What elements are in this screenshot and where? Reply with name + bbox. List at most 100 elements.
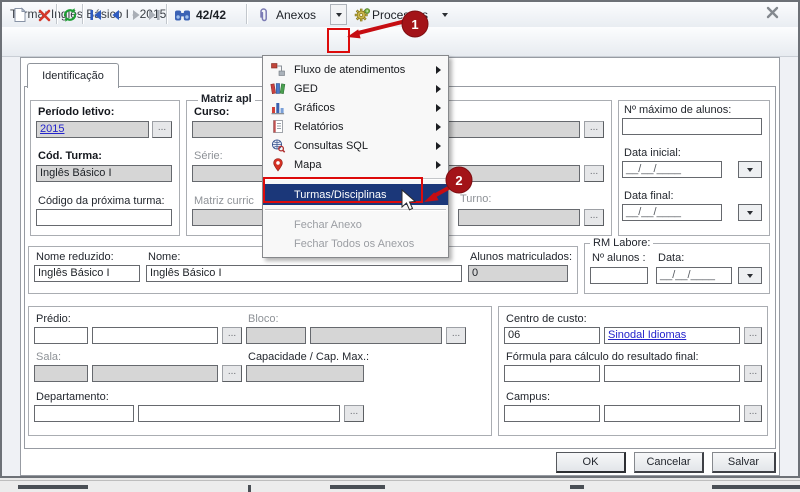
delete-x-icon [37, 8, 52, 23]
salvar-button[interactable]: Salvar [712, 452, 776, 473]
toolbar-separator [56, 4, 57, 24]
n-maximo-alunos-field[interactable] [622, 118, 762, 135]
ok-button[interactable]: OK [556, 452, 626, 473]
next-record-button[interactable] [126, 5, 146, 25]
predio-lookup-button[interactable]: ... [222, 327, 242, 344]
departamento-lookup-button[interactable]: ... [344, 405, 364, 422]
centro-custo-link[interactable]: Sinodal Idiomas [608, 329, 686, 341]
bloco-label: Bloco: [248, 313, 279, 325]
centro-custo-nome-field[interactable]: Sinodal Idiomas [604, 327, 740, 344]
data-inicial-field[interactable]: __/__/____ [622, 161, 722, 178]
sala-lookup-button[interactable]: ... [222, 365, 242, 382]
menu-item-relatorios[interactable]: Relatórios [263, 117, 448, 136]
data-inicial-calendar-button[interactable] [738, 161, 762, 178]
rm-labore-n-alunos-field[interactable] [590, 267, 648, 284]
last-record-button[interactable] [144, 5, 164, 25]
background-text-fragment [712, 485, 800, 489]
turno-label: Turno: [460, 193, 491, 205]
formula-codigo-field[interactable] [504, 365, 600, 382]
chevron-down-icon [747, 211, 753, 215]
cod-turma-label: Cód. Turma: [38, 150, 102, 162]
first-record-button[interactable] [86, 5, 106, 25]
rm-labore-data-field[interactable]: __/__/____ [656, 267, 732, 284]
data-final-calendar-button[interactable] [738, 204, 762, 221]
departamento-nome-field[interactable] [138, 405, 340, 422]
menu-separator [265, 178, 446, 180]
bloco-codigo-field [246, 327, 306, 344]
menu-item-label: Mapa [294, 159, 322, 171]
rm-labore-title: RM Labore: [590, 237, 653, 249]
rm-labore-data-calendar-button[interactable] [738, 267, 762, 284]
matriz-curricular-label: Matriz curric [194, 195, 254, 207]
periodo-letivo-lookup-button[interactable]: ... [152, 121, 172, 138]
serie-lookup-button[interactable]: ... [584, 165, 604, 182]
turno-lookup-button[interactable]: ... [584, 209, 604, 226]
formula-lookup-button[interactable]: ... [744, 365, 762, 382]
toolbar-separator [82, 4, 83, 24]
anexos-dropdown-button[interactable] [330, 4, 347, 25]
toolbar-separator [166, 4, 167, 24]
mapa-icon [270, 157, 286, 172]
cancelar-button[interactable]: Cancelar [634, 452, 704, 473]
centro-custo-lookup-button[interactable]: ... [744, 327, 762, 344]
close-button[interactable] [763, 6, 781, 22]
processos-button[interactable] [352, 5, 372, 25]
centro-custo-codigo-field[interactable]: 06 [504, 327, 600, 344]
predio-label: Prédio: [36, 313, 71, 325]
predio-nome-field[interactable] [92, 327, 218, 344]
periodo-letivo-link[interactable]: 2015 [40, 123, 64, 135]
background-text-fragment [330, 485, 385, 489]
submenu-arrow-icon [436, 142, 441, 150]
campus-lookup-button[interactable]: ... [744, 405, 762, 422]
departamento-codigo-field[interactable] [34, 405, 134, 422]
nome-label: Nome: [148, 251, 180, 263]
data-final-field[interactable]: __/__/____ [622, 204, 722, 221]
menu-separator [265, 209, 446, 211]
graficos-icon [270, 100, 286, 115]
menu-item-graficos[interactable]: Gráficos [263, 98, 448, 117]
formula-label: Fórmula para cálculo do resultado final: [506, 351, 699, 363]
codigo-proxima-turma-label: Código da próxima turma: [38, 195, 165, 207]
submenu-arrow-icon [436, 161, 441, 169]
menu-item-turmas-disciplinas[interactable]: Turmas/Disciplinas [263, 184, 448, 205]
nome-field[interactable]: Inglês Básico I [146, 265, 462, 282]
anexos-button[interactable] [254, 5, 274, 25]
find-button[interactable] [172, 5, 192, 25]
processos-dropdown-button[interactable] [438, 5, 452, 25]
curso-label: Curso: [194, 106, 229, 118]
toolbar [2, 27, 798, 57]
nome-reduzido-field[interactable]: Inglês Básico I [34, 265, 140, 282]
bloco-lookup-button[interactable]: ... [446, 327, 466, 344]
menu-item-consultas-sql[interactable]: Consultas SQL [263, 136, 448, 155]
campus-codigo-field[interactable] [504, 405, 600, 422]
new-record-button[interactable] [10, 5, 30, 25]
anexos-label: Anexos [276, 8, 316, 22]
menu-item-mapa[interactable]: Mapa [263, 155, 448, 174]
curso-lookup-button[interactable]: ... [584, 121, 604, 138]
tab-identificacao[interactable]: Identificação [27, 63, 119, 88]
submenu-arrow-icon [436, 104, 441, 112]
nome-reduzido-label: Nome reduzido: [36, 251, 114, 263]
binoculars-icon [174, 7, 191, 23]
paperclip-icon [256, 7, 273, 24]
processos-label: Processos [372, 8, 428, 22]
predio-codigo-field[interactable] [34, 327, 88, 344]
formula-nome-field[interactable] [604, 365, 740, 382]
centro-custo-label: Centro de custo: [506, 313, 587, 325]
previous-record-button[interactable] [106, 5, 126, 25]
menu-item-label: Fluxo de atendimentos [294, 64, 405, 76]
menu-item-fluxo-de-atendimentos[interactable]: Fluxo de atendimentos [263, 60, 448, 79]
periodo-letivo-field[interactable]: 2015 [36, 121, 149, 138]
delete-record-button[interactable] [34, 5, 54, 25]
background-text-fragment [248, 485, 251, 492]
departamento-label: Departamento: [36, 391, 109, 403]
capacidade-label: Capacidade / Cap. Max.: [248, 351, 369, 363]
bloco-nome-field [310, 327, 442, 344]
campus-nome-field[interactable] [604, 405, 740, 422]
codigo-proxima-turma-field[interactable] [36, 209, 172, 226]
menu-item-label: Consultas SQL [294, 140, 368, 152]
menu-item-ged[interactable]: GED [263, 79, 448, 98]
periodo-letivo-label: Período letivo: [38, 106, 114, 118]
menu-item-label: Relatórios [294, 121, 344, 133]
refresh-button[interactable] [60, 5, 80, 25]
